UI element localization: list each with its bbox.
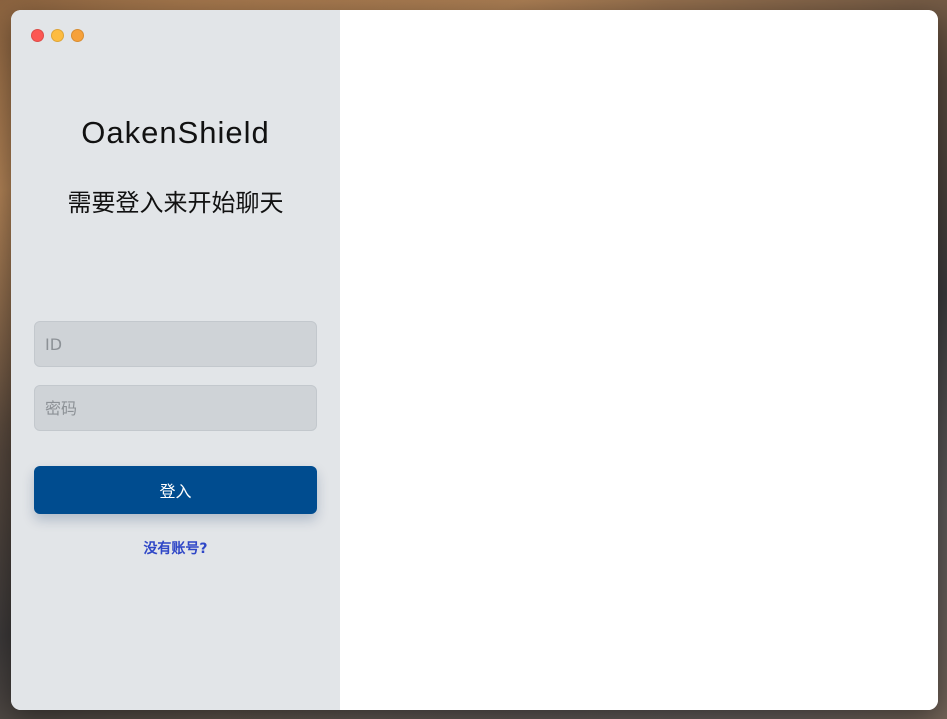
close-window-button[interactable] [31,29,44,42]
app-title: OakenShield [81,115,270,150]
id-input[interactable] [34,321,317,367]
minimize-window-button[interactable] [51,29,64,42]
login-sidebar: OakenShield 需要登入来开始聊天 登入 没有账号? [11,10,340,710]
app-window: OakenShield 需要登入来开始聊天 登入 没有账号? [11,10,938,710]
zoom-window-button[interactable] [71,29,84,42]
window-controls [31,29,84,42]
login-button[interactable]: 登入 [34,466,317,514]
main-content-pane [340,10,938,710]
login-subtitle: 需要登入来开始聊天 [67,189,284,217]
signup-link[interactable]: 没有账号? [11,538,340,558]
password-input[interactable] [34,385,317,431]
